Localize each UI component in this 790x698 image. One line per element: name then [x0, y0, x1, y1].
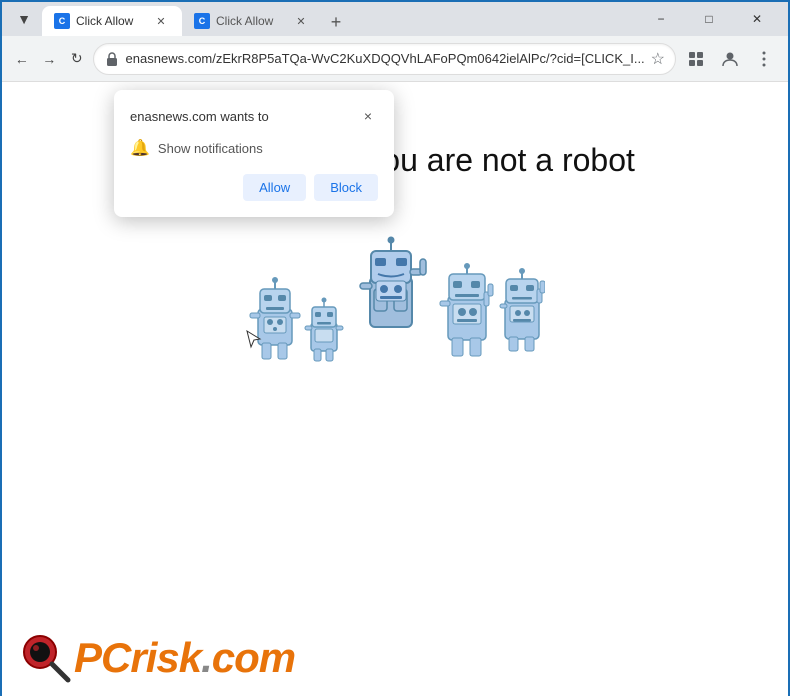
back-button[interactable]: ← [10, 43, 34, 75]
pcrisk-dot: . [201, 634, 212, 681]
robots-illustration [245, 219, 545, 379]
tab-title-1: Click Allow [76, 14, 146, 28]
profile-button[interactable] [714, 43, 746, 75]
tab-favicon-1: C [54, 13, 70, 29]
maximize-button[interactable]: □ [686, 2, 732, 36]
pcrisk-com: com [212, 634, 295, 681]
notif-item-notifications: 🔔 Show notifications [130, 138, 378, 158]
notif-buttons: Allow Block [130, 174, 378, 201]
reload-button[interactable]: ↻ [65, 43, 89, 75]
tab-close-2[interactable]: ✕ [292, 12, 310, 30]
toolbar-actions [680, 43, 780, 75]
tab-close-1[interactable]: ✕ [152, 12, 170, 30]
pcrisk-magnifier-icon [18, 630, 74, 686]
pcrisk-risk: risk [130, 634, 201, 681]
minimize-button[interactable]: − [638, 2, 684, 36]
extensions-button[interactable] [680, 43, 712, 75]
titlebar-left: ▼ [10, 5, 38, 33]
new-tab-button[interactable]: + [322, 8, 350, 36]
tab-list-btn[interactable]: ▼ [10, 5, 38, 33]
address-bar[interactable]: enasnews.com/zEkrR8P5aTQa-WvC2KuXDQQVhLA… [93, 43, 676, 75]
tab-inactive[interactable]: C Click Allow ✕ [182, 6, 322, 36]
robots-svg [245, 219, 545, 379]
notif-item-label: Show notifications [158, 141, 263, 156]
site-security-icon [104, 51, 120, 67]
bookmark-icon[interactable]: ☆ [651, 49, 665, 69]
forward-button[interactable]: → [38, 43, 62, 75]
pcrisk-text: PCrisk.com [74, 634, 295, 682]
tab-title-2: Click Allow [216, 14, 286, 28]
menu-button[interactable] [748, 43, 780, 75]
footer-logo: PCrisk.com [18, 630, 295, 686]
url-text: enasnews.com/zEkrR8P5aTQa-WvC2KuXDQQVhLA… [126, 51, 645, 66]
notif-title: enasnews.com wants to [130, 109, 269, 124]
notif-close-button[interactable]: × [358, 106, 378, 126]
notif-header: enasnews.com wants to × [130, 106, 378, 126]
window-controls: − □ ✕ [638, 2, 780, 36]
tab-bar: C Click Allow ✕ C Click Allow ✕ + [42, 2, 634, 36]
browser-content: enasnews.com wants to × 🔔 Show notificat… [2, 82, 788, 698]
tab-favicon-2: C [194, 13, 210, 29]
tab-active[interactable]: C Click Allow ✕ [42, 6, 182, 36]
allow-button[interactable]: Allow [243, 174, 306, 201]
titlebar: ▼ C Click Allow ✕ C Click Allow ✕ + − □ … [2, 2, 788, 36]
close-button[interactable]: ✕ [734, 2, 780, 36]
notification-popup: enasnews.com wants to × 🔔 Show notificat… [114, 90, 394, 217]
browser-toolbar: ← → ↻ enasnews.com/zEkrR8P5aTQa-WvC2KuXD… [2, 36, 788, 82]
block-button[interactable]: Block [314, 174, 378, 201]
pcrisk-pc: PC [74, 634, 130, 681]
bell-icon: 🔔 [130, 138, 150, 158]
